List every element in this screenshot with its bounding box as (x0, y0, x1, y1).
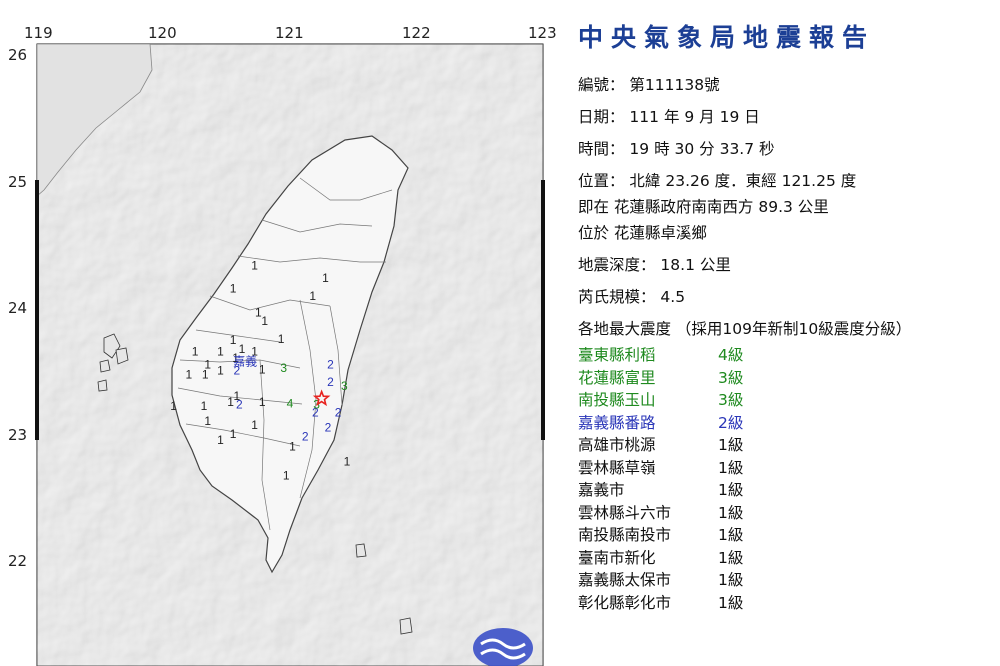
intensity-header: 各地最大震度 （採用109年新制10級震度分級） (578, 320, 912, 338)
station-level: 1級 (718, 526, 744, 544)
report-title: 中央氣象局地震報告 (578, 23, 876, 52)
report-depth: 地震深度： 18.1 公里 (578, 256, 731, 274)
intensity-mark: 1 (201, 399, 208, 413)
intensity-mark: 1 (170, 399, 177, 413)
report-time: 時間： 19 時 30 分 33.7 秒 (578, 140, 775, 158)
intensity-mark: 1 (289, 439, 296, 453)
station-level: 3級 (718, 368, 744, 387)
report-region: 位於 花蓮縣卓溪鄉 (578, 224, 707, 242)
station-row: 花蓮縣富里 3級 (578, 367, 993, 390)
intensity-mark: 4 (287, 396, 294, 410)
intensity-mark: 1 (278, 332, 285, 346)
station-row: 臺東縣利稻 4級 (578, 344, 993, 367)
station-name: 嘉義縣番路 (578, 413, 656, 432)
station-name: 雲林縣斗六市 (578, 503, 672, 522)
intensity-mark: 2 (327, 357, 334, 371)
intensity-mark: 2 (302, 429, 309, 443)
report-number: 編號： 第111138號 (578, 76, 720, 94)
station-name: 雲林縣草嶺 (578, 458, 656, 477)
station-row: 嘉義縣番路 2級 (578, 412, 993, 435)
station-level: 1級 (718, 481, 744, 499)
station-list: 臺東縣利稻 4級 花蓮縣富里 3級 南投縣玉山 3級 嘉義縣番路 2級 高雄市桃源 1級 雲林縣草嶺… (578, 344, 993, 614)
station-name: 嘉義市 (578, 481, 625, 499)
station-name: 臺東縣利稻 (578, 346, 656, 364)
station-row: 彰化縣彰化市 1級 (578, 592, 993, 615)
station-row: 高雄市桃源 1級 (578, 434, 993, 457)
intensity-mark: 2 (327, 375, 334, 389)
station-row: 臺南市新化 1級 (578, 547, 993, 570)
station-row: 南投縣南投市 1級 (578, 524, 993, 547)
station-level: 1級 (718, 436, 744, 454)
seismic-map: 119 120 121 122 123 26 25 24 23 22 1 1 1… (0, 0, 560, 666)
intensity-mark: 1 (202, 367, 209, 381)
station-name: 南投縣南投市 (578, 526, 672, 544)
station-level: 1級 (718, 593, 744, 612)
intensity-mark: 2 (325, 421, 332, 435)
station-row: 南投縣玉山 3級 (578, 389, 993, 412)
map-canvas: 111111111111 11 1 1111 1 1 11111111122222 22233… (35, 43, 545, 666)
intensity-mark: 1 (251, 259, 258, 273)
station-level: 1級 (718, 571, 744, 589)
report-magnitude: 芮氏規模： 4.5 (578, 288, 686, 306)
intensity-mark: 1 (230, 427, 237, 441)
station-level: 1級 (718, 458, 744, 477)
station-name: 高雄市桃源 (578, 436, 656, 454)
station-row: 嘉義市 1級 (578, 479, 993, 502)
report-date: 日期： 111 年 9 月 19 日 (578, 108, 760, 126)
earthquake-report: 中央氣象局地震報告 編號： 第111138號 日期： 111 年 9 月 19 … (578, 18, 993, 614)
intensity-mark: 1 (283, 469, 290, 483)
intensity-mark: 3 (280, 361, 287, 375)
intensity-mark: 1 (259, 395, 266, 409)
intensity-mark: 1 (344, 455, 351, 469)
intensity-mark: 1 (259, 362, 266, 376)
place-label: 嘉義 (233, 354, 257, 369)
station-level: 2級 (718, 413, 744, 432)
intensity-mark: 1 (230, 333, 237, 347)
intensity-mark: 1 (217, 364, 224, 378)
intensity-mark: 1 (309, 289, 316, 303)
station-level: 3級 (718, 391, 744, 409)
station-name: 彰化縣彰化市 (578, 593, 672, 612)
intensity-mark: 2 (335, 405, 342, 419)
intensity-mark: 1 (261, 314, 268, 328)
station-level: 4級 (718, 346, 744, 364)
station-level: 1級 (718, 503, 744, 522)
station-row: 嘉義縣太保市 1級 (578, 569, 993, 592)
intensity-mark: 1 (217, 433, 224, 447)
intensity-mark: 1 (204, 414, 211, 428)
terrain-layer (37, 44, 543, 666)
station-level: 1級 (718, 548, 744, 567)
station-row: 雲林縣草嶺 1級 (578, 457, 993, 480)
intensity-mark: 1 (251, 418, 258, 432)
station-name: 臺南市新化 (578, 548, 656, 567)
intensity-mark: 1 (185, 367, 192, 381)
report-relative: 即在 花蓮縣政府南南西方 89.3 公里 (578, 198, 829, 216)
station-name: 花蓮縣富里 (578, 368, 656, 387)
intensity-mark: 1 (322, 271, 329, 285)
station-name: 嘉義縣太保市 (578, 571, 672, 589)
station-row: 雲林縣斗六市 1級 (578, 502, 993, 525)
station-name: 南投縣玉山 (578, 391, 656, 409)
intensity-mark: 1 (230, 281, 237, 295)
intensity-mark: 2 (236, 398, 243, 412)
intensity-mark: 1 (192, 345, 199, 359)
intensity-mark: 1 (217, 345, 224, 359)
intensity-mark: 3 (341, 379, 348, 393)
report-location: 位置： 北緯 23.26 度．東經 121.25 度 (578, 172, 857, 190)
